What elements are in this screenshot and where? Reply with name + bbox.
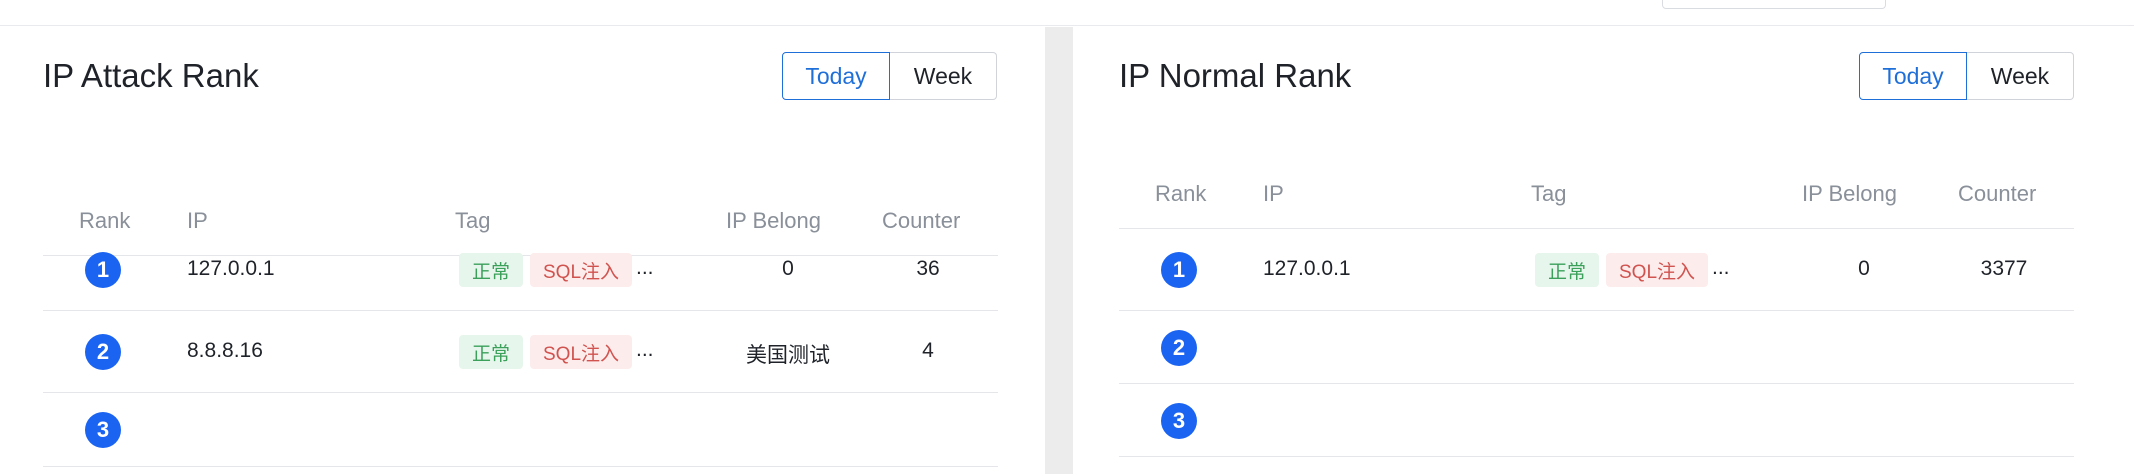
rank-badge: 1 xyxy=(85,252,121,288)
tag-sql-injection: SQL注入 xyxy=(530,253,633,287)
time-range-toggle: Today Week xyxy=(782,52,997,100)
tag-normal: 正常 xyxy=(1535,253,1600,287)
top-select[interactable] xyxy=(1662,0,1886,9)
column-tag: Tag xyxy=(1531,181,1567,206)
ip-address: 127.0.0.1 xyxy=(1263,257,1351,280)
panel-title: IP Normal Rank xyxy=(1119,57,1352,94)
tag-sql-injection: SQL注入 xyxy=(530,335,633,369)
ip-belong: 0 xyxy=(782,257,794,280)
normal-rank-table: Rank IP Tag IP Belong Counter xyxy=(1119,170,2074,229)
ip-address: 8.8.8.16 xyxy=(187,339,263,362)
ip-belong: 0 xyxy=(1858,257,1870,280)
table-row: 1 127.0.0.1 正常 SQL注入... 0 36 xyxy=(43,229,998,311)
rank-badge: 3 xyxy=(1161,402,1197,439)
ip-address: 127.0.0.1 xyxy=(187,257,275,280)
week-button[interactable]: Week xyxy=(1967,52,2074,100)
panel-divider xyxy=(1045,27,1073,474)
ip-belong: 美国测试 xyxy=(746,344,830,367)
tag-normal: 正常 xyxy=(459,253,524,287)
today-button[interactable]: Today xyxy=(1859,52,1967,100)
column-rank: Rank xyxy=(1155,181,1207,206)
table-row: 2 8.8.8.16 正常 SQL注入... 美国测试 4 xyxy=(43,311,998,393)
table-row: 1 127.0.0.1 正常 SQL注入... 0 3377 xyxy=(1119,229,2074,311)
top-bar xyxy=(0,0,2134,26)
table-header: Rank IP Tag IP Belong Counter xyxy=(1119,170,2074,229)
rank-badge: 1 xyxy=(1161,252,1197,288)
rank-badge: 2 xyxy=(85,334,121,370)
counter-value: 3377 xyxy=(1980,257,2028,280)
table-row: 3 xyxy=(1119,384,2074,457)
rank-badge: 2 xyxy=(1161,329,1197,366)
table-row: 3 xyxy=(43,393,998,467)
tag-normal: 正常 xyxy=(459,335,524,369)
tag-sql-injection: SQL注入 xyxy=(1606,253,1709,287)
more-tags-ellipsis[interactable]: ... xyxy=(636,256,654,280)
column-counter: Counter xyxy=(1958,181,2037,206)
table-row: 2 xyxy=(1119,311,2074,384)
panel-title: IP Attack Rank xyxy=(43,57,259,94)
today-button[interactable]: Today xyxy=(782,52,890,100)
more-tags-ellipsis[interactable]: ... xyxy=(1712,256,1730,280)
counter-value: 4 xyxy=(922,339,934,362)
week-button[interactable]: Week xyxy=(890,52,997,100)
counter-value: 36 xyxy=(916,257,940,280)
more-tags-ellipsis[interactable]: ... xyxy=(636,338,654,362)
column-ip: IP xyxy=(1263,181,1284,206)
time-range-toggle: Today Week xyxy=(1859,52,2074,100)
rank-badge: 3 xyxy=(85,412,121,448)
column-ip-belong: IP Belong xyxy=(1802,181,1898,206)
